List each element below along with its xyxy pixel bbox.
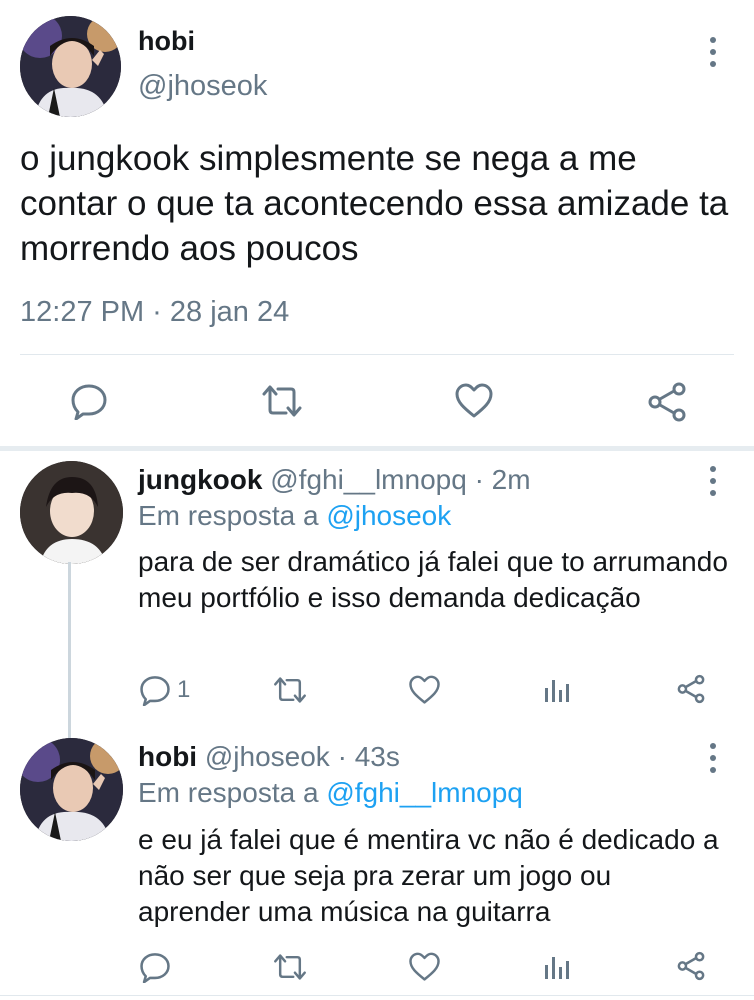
reply-button[interactable]: 1 — [139, 674, 190, 706]
retweet-icon[interactable] — [272, 674, 308, 711]
analytics-icon[interactable] — [543, 676, 571, 709]
reply-display-name[interactable]: hobi — [138, 741, 197, 772]
reply-display-name[interactable]: jungkook — [138, 464, 262, 495]
reply-prefix: Em resposta a — [138, 500, 319, 531]
share-icon[interactable] — [676, 951, 706, 986]
retweet-icon[interactable] — [272, 951, 308, 988]
reply-mention-link[interactable]: @fghi__lmnopq — [326, 777, 523, 808]
user-handle[interactable]: @jhoseok — [138, 70, 267, 103]
divider — [20, 354, 734, 355]
reply-icon — [140, 676, 170, 706]
reply-mention-link[interactable]: @jhoseok — [326, 500, 451, 531]
reply-handle[interactable]: @fghi__lmnopq — [270, 464, 467, 495]
reply-count: 1 — [177, 676, 191, 703]
reply-icon — [140, 953, 170, 983]
avatar-hobi-reply[interactable] — [20, 738, 123, 841]
reply-time: · 43s — [337, 741, 400, 772]
more-options-icon[interactable] — [709, 466, 717, 496]
retweet-icon[interactable] — [260, 382, 304, 425]
tweet-text: o jungkook simplesmente se nega a me con… — [20, 139, 729, 268]
display-name[interactable]: hobi — [138, 26, 195, 57]
bottom-divider — [0, 995, 754, 996]
reply-context: Em resposta a @jhoseok — [138, 500, 451, 532]
heart-icon[interactable] — [408, 951, 441, 988]
reply-handle[interactable]: @jhoseok — [205, 741, 330, 772]
thread-line — [68, 562, 71, 738]
reply-button[interactable] — [139, 951, 177, 983]
reply-icon[interactable] — [70, 382, 108, 425]
reply-text: e eu já falei que é mentira vc não é ded… — [138, 824, 719, 927]
avatar-hobi-main[interactable] — [20, 16, 121, 117]
more-options-icon[interactable] — [709, 743, 717, 773]
reply-text: para de ser dramático já falei que to ar… — [138, 546, 728, 613]
reply-header: hobi @jhoseok · 43s — [138, 741, 400, 773]
share-icon[interactable] — [646, 382, 688, 427]
heart-icon[interactable] — [454, 382, 494, 425]
tweet-timestamp[interactable]: 12:27 PM · 28 jan 24 — [20, 296, 289, 329]
section-separator — [0, 446, 754, 451]
more-options-icon[interactable] — [709, 37, 717, 67]
reply-time: · 2m — [474, 464, 531, 495]
heart-icon[interactable] — [408, 674, 441, 711]
reply-context: Em resposta a @fghi__lmnopq — [138, 777, 523, 809]
reply-header: jungkook @fghi__lmnopq · 2m — [138, 464, 531, 496]
avatar-jungkook[interactable] — [20, 461, 123, 564]
reply-prefix: Em resposta a — [138, 777, 319, 808]
analytics-icon[interactable] — [543, 953, 571, 986]
share-icon[interactable] — [676, 674, 706, 709]
